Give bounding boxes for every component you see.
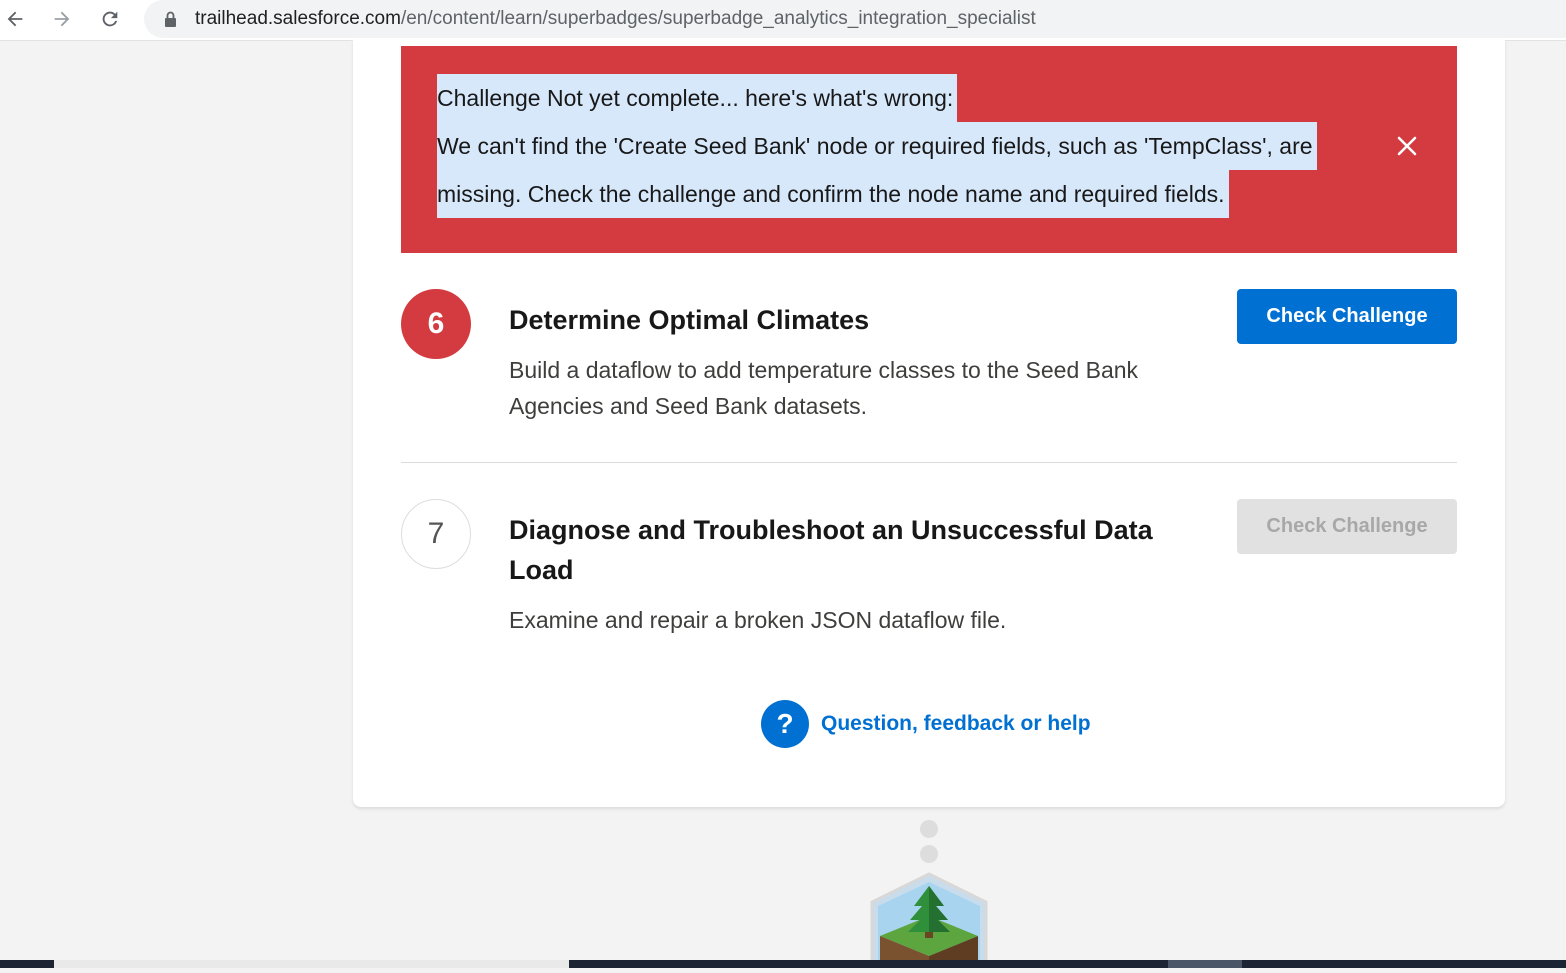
challenge-card: Challenge Not yet complete... here's wha… <box>353 40 1505 807</box>
error-heading: Challenge Not yet complete... here's wha… <box>437 74 958 122</box>
step-title: Determine Optimal Climates <box>509 305 870 335</box>
taskbar-item[interactable] <box>54 960 569 968</box>
url-host: trailhead.salesforce.com <box>195 8 401 29</box>
address-bar[interactable]: trailhead.salesforce.com/en/content/lear… <box>144 0 1566 38</box>
lock-icon <box>164 11 177 32</box>
trail-dot <box>920 845 938 863</box>
back-arrow-icon[interactable] <box>0 4 30 34</box>
error-banner: Challenge Not yet complete... here's wha… <box>401 46 1457 253</box>
help-link-label[interactable]: Question, feedback or help <box>821 712 1091 736</box>
step-description: Build a dataflow to add temperature clas… <box>509 357 1139 419</box>
step-title: Diagnose and Troubleshoot an Unsuccessfu… <box>509 515 1153 585</box>
forward-arrow-icon[interactable] <box>47 4 77 34</box>
step-divider <box>401 462 1457 463</box>
step-number-badge: 6 <box>401 289 471 359</box>
url-text: trailhead.salesforce.com/en/content/lear… <box>195 8 1036 30</box>
step-description: Examine and repair a broken JSON dataflo… <box>509 607 1007 633</box>
error-message-line: missing. Check the challenge and confirm… <box>437 170 1229 218</box>
error-message-line: We can't find the 'Create Seed Bank' nod… <box>437 122 1317 170</box>
check-challenge-button[interactable]: Check Challenge <box>1237 289 1457 344</box>
close-icon[interactable] <box>1395 134 1419 158</box>
taskbar-item[interactable] <box>1168 960 1242 968</box>
question-icon[interactable]: ? <box>761 700 809 748</box>
reload-icon[interactable] <box>95 4 125 34</box>
taskbar <box>0 960 1566 968</box>
help-link[interactable]: ? Question, feedback or help <box>761 699 1091 749</box>
trail-dot <box>920 820 938 838</box>
step-number-badge: 7 <box>401 499 471 569</box>
check-challenge-button-disabled: Check Challenge <box>1237 499 1457 554</box>
browser-toolbar: trailhead.salesforce.com/en/content/lear… <box>0 0 1566 41</box>
tree-badge-icon <box>866 872 992 973</box>
url-path: /en/content/learn/superbadges/superbadge… <box>400 8 1036 29</box>
